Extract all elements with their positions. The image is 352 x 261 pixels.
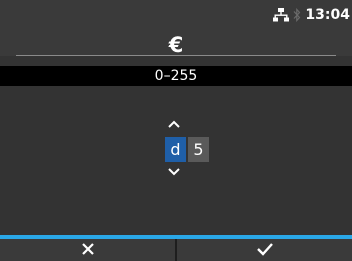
bluetooth-icon [293, 8, 301, 22]
digit-cells: d 5 [165, 137, 209, 162]
digit-cell[interactable]: d [165, 137, 186, 162]
cancel-button[interactable] [0, 239, 175, 261]
close-icon [81, 241, 95, 260]
chevron-up-icon[interactable] [167, 119, 181, 129]
value-editor: d 5 [0, 86, 352, 235]
digit-cell[interactable]: 5 [188, 137, 209, 162]
header: 13:04 € [0, 0, 352, 57]
status-bar: 13:04 [273, 6, 350, 24]
confirm-button[interactable] [177, 239, 352, 261]
chevron-down-icon[interactable] [167, 167, 181, 177]
page-title: € [168, 33, 184, 57]
check-icon [256, 241, 274, 260]
title-divider [16, 55, 336, 56]
network-icon [273, 8, 290, 22]
footer [0, 239, 352, 261]
clock: 13:04 [305, 7, 350, 23]
range-label: 0–255 [0, 66, 352, 86]
